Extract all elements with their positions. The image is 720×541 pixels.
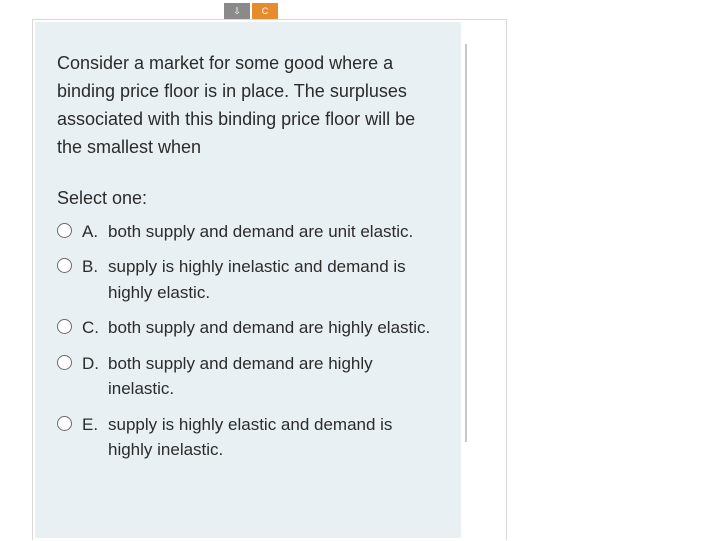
tab-download[interactable]: ⇩	[224, 3, 250, 19]
option-text: both supply and demand are unit elastic.	[108, 219, 439, 245]
option-b[interactable]: B. supply is highly inelastic and demand…	[57, 254, 439, 305]
option-text: supply is highly elastic and demand is h…	[108, 412, 439, 463]
option-letter: E.	[82, 412, 108, 438]
option-c[interactable]: C. both supply and demand are highly ela…	[57, 315, 439, 341]
question-card: Consider a market for some good where a …	[35, 22, 461, 538]
options-list: A. both supply and demand are unit elast…	[57, 219, 439, 463]
option-letter: B.	[82, 254, 108, 280]
radio-c[interactable]	[57, 319, 72, 334]
option-a[interactable]: A. both supply and demand are unit elast…	[57, 219, 439, 245]
tab-orange[interactable]: C	[252, 3, 278, 19]
question-stem: Consider a market for some good where a …	[57, 50, 439, 162]
radio-b[interactable]	[57, 258, 72, 273]
option-letter: C.	[82, 315, 108, 341]
page-frame: Consider a market for some good where a …	[32, 19, 507, 540]
option-letter: A.	[82, 219, 108, 245]
top-tabs: ⇩ C	[224, 3, 278, 19]
radio-d[interactable]	[57, 355, 72, 370]
option-e[interactable]: E. supply is highly elastic and demand i…	[57, 412, 439, 463]
option-letter: D.	[82, 351, 108, 377]
option-d[interactable]: D. both supply and demand are highly ine…	[57, 351, 439, 402]
option-text: supply is highly inelastic and demand is…	[108, 254, 439, 305]
option-text: both supply and demand are highly inelas…	[108, 351, 439, 402]
radio-a[interactable]	[57, 223, 72, 238]
scrollbar[interactable]	[465, 44, 467, 442]
option-text: both supply and demand are highly elasti…	[108, 315, 439, 341]
radio-e[interactable]	[57, 416, 72, 431]
select-one-label: Select one:	[57, 188, 439, 209]
